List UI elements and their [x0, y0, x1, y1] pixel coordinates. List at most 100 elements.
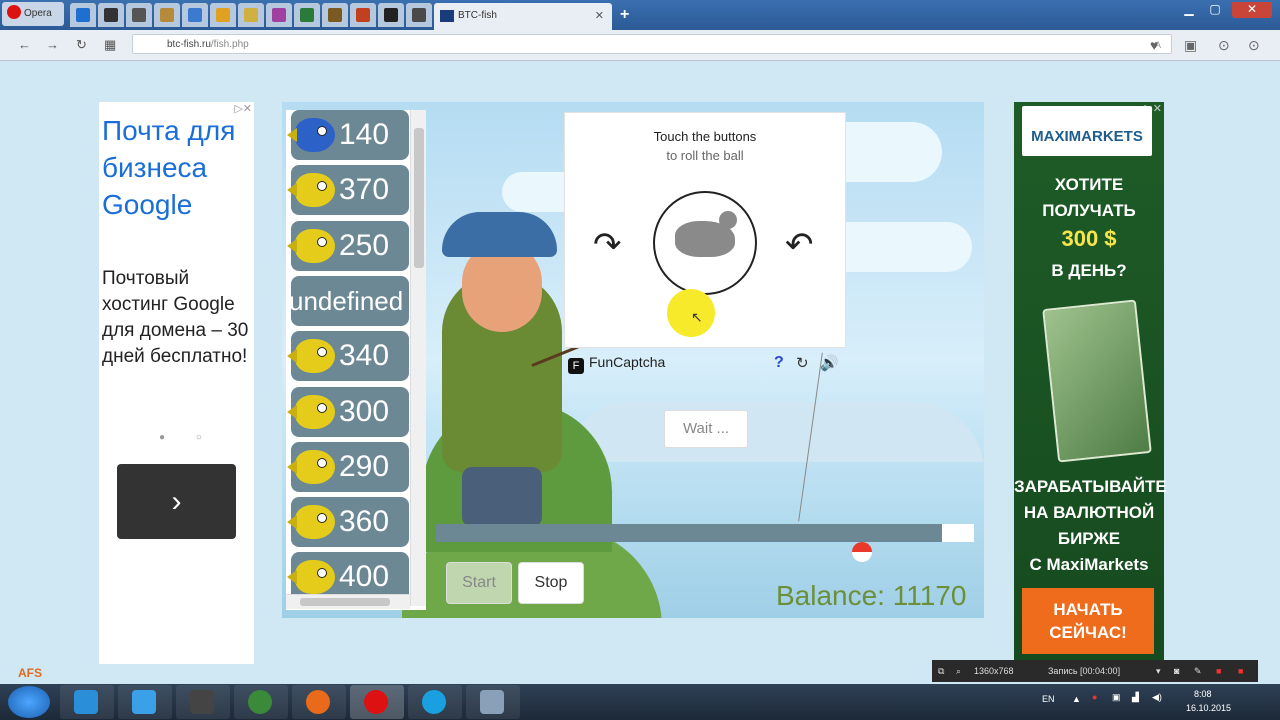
ad-slogan-line: БИРЖЕ	[1057, 529, 1121, 548]
tab-icon	[384, 8, 398, 22]
recorder-zoom-icon[interactable]: ⌕	[956, 660, 961, 682]
fish-eye	[317, 236, 327, 247]
bookmark-heart-icon[interactable]: ♥	[1150, 37, 1158, 53]
fish-row: undefined	[289, 275, 409, 326]
pinned-tab[interactable]	[70, 3, 96, 27]
taskbar-app[interactable]	[176, 685, 230, 719]
funcaptcha-widget: Touch the buttons to roll the ball ↷ ↶ ↖	[564, 112, 846, 348]
tab-icon	[216, 8, 230, 22]
opera-logo-icon	[7, 5, 21, 19]
progress-fill	[436, 524, 942, 542]
clock-date[interactable]: 16.10.2015	[1186, 703, 1231, 713]
fish-row: 370	[287, 165, 409, 216]
cursor-highlight: ↖	[667, 289, 715, 337]
taskbar-app[interactable]	[292, 685, 346, 719]
ad-pager-dots[interactable]: ● ○	[159, 432, 216, 443]
new-tab-button[interactable]: +	[620, 6, 629, 24]
blue-fish-icon	[287, 118, 335, 152]
tray-app-icon[interactable]: ▣	[1112, 692, 1121, 703]
tab-icon	[272, 8, 286, 22]
captcha-help-button[interactable]: ?	[774, 354, 784, 372]
maximize-button[interactable]: ▢	[1204, 2, 1226, 18]
recorder-window-icon[interactable]: ⧉	[938, 660, 944, 682]
taskbar-app[interactable]	[234, 685, 288, 719]
address-toolbar: ← → ↻ ▦ btc-fish.ru/fish.php A ♥ ▣ ⊙ ⊙	[0, 30, 1280, 61]
minimize-button[interactable]: ▁	[1178, 2, 1200, 18]
back-arrow-icon[interactable]: ←	[18, 37, 31, 52]
recorder-camera-icon[interactable]: ◙	[1174, 660, 1179, 682]
pinned-tab[interactable]	[266, 3, 292, 27]
ad-start-now-button[interactable]: НАЧАТЬ СЕЙЧАС!	[1022, 588, 1154, 654]
wait-indicator: Wait ...	[664, 410, 748, 448]
pinned-tab[interactable]	[210, 3, 236, 27]
speed-dial-grid-icon[interactable]: ▦	[104, 37, 116, 53]
rotate-left-arrow-icon[interactable]: ↷	[593, 225, 622, 265]
pinned-tab[interactable]	[322, 3, 348, 27]
fish-row: 250	[287, 220, 409, 271]
ad-body: Почтовый хостинг Google для домена – 30 …	[102, 268, 249, 367]
close-window-button[interactable]: ✕	[1232, 2, 1272, 18]
language-indicator[interactable]: EN	[1042, 694, 1055, 704]
pinned-tab[interactable]	[294, 3, 320, 27]
fish-row: 300	[287, 386, 409, 437]
tray-arrow-icon[interactable]: ▲	[1072, 694, 1081, 704]
tab-bar: Opera BTC-fish ✕ + ▁ ▢ ✕	[0, 0, 1280, 30]
fish-list-hscrollbar[interactable]	[286, 594, 410, 609]
recorder-close-icon[interactable]: ■	[1238, 660, 1243, 682]
ad-slogan-line: НА ВАЛЮТНОЙ	[1023, 503, 1155, 522]
menu-icon[interactable]: ⊙	[1248, 37, 1260, 54]
pinned-tab[interactable]	[126, 3, 152, 27]
pinned-tab[interactable]	[238, 3, 264, 27]
stop-button[interactable]: Stop	[518, 562, 584, 604]
fish-row: 340	[287, 331, 409, 382]
reload-icon[interactable]: ↻	[76, 37, 87, 53]
fish-row: 290	[287, 441, 409, 492]
rotate-right-arrow-icon[interactable]: ↶	[785, 225, 814, 265]
start-button-windows-logo-icon[interactable]	[8, 686, 50, 718]
pinned-tab[interactable]	[182, 3, 208, 27]
taskbar-app[interactable]	[408, 685, 462, 719]
google-ad-left[interactable]: ▷✕ Почта для бизнеса Google Почтовый хос…	[99, 102, 254, 664]
taskbar-app[interactable]	[60, 685, 114, 719]
fish-value: 370	[339, 173, 390, 207]
captcha-audio-icon[interactable]: 🔊	[820, 354, 839, 372]
taskbar-app[interactable]	[466, 685, 520, 719]
close-tab-icon[interactable]: ✕	[595, 9, 604, 22]
download-icon[interactable]: ⊙	[1218, 37, 1230, 54]
ad-headline[interactable]: Почта для бизнеса Google	[102, 112, 252, 223]
funcaptcha-brand: FunCaptcha	[589, 354, 666, 370]
start-button[interactable]: Start	[446, 562, 512, 604]
url-field[interactable]: btc-fish.ru/fish.php A	[132, 34, 1172, 54]
maximarkets-ad[interactable]: ▷✕ MAXIMARKETS ХОТИТЕ ПОЛУЧАТЬ 300 $ В Д…	[1014, 102, 1167, 660]
caught-fish-list[interactable]: 140 370 250 undefined 340 300 290 360 400	[286, 110, 426, 610]
clock-time[interactable]: 8:08	[1194, 689, 1212, 699]
recorder-stop-icon[interactable]: ■	[1216, 660, 1221, 682]
recorder-dropdown-icon[interactable]: ▾	[1156, 660, 1161, 682]
pinned-tab[interactable]	[378, 3, 404, 27]
extension-icon[interactable]: ▣	[1184, 37, 1197, 54]
pinned-tab[interactable]	[154, 3, 180, 27]
pinned-tab[interactable]	[406, 3, 432, 27]
pinned-tab[interactable]	[98, 3, 124, 27]
fishing-game: 140 370 250 undefined 340 300 290 360 400 Touch …	[282, 102, 984, 618]
yellow-fish-icon	[287, 449, 335, 484]
tab-btc-fish[interactable]: BTC-fish ✕	[434, 3, 612, 30]
pinned-tab[interactable]	[350, 3, 376, 27]
tray-record-icon[interactable]: ●	[1092, 692, 1097, 702]
captcha-instruction: Touch the buttons	[653, 129, 757, 144]
recorder-pen-icon[interactable]: ✎	[1194, 660, 1202, 682]
ad-next-button[interactable]: ›	[117, 464, 236, 539]
forward-arrow-icon[interactable]: →	[46, 37, 59, 52]
tab-icon	[412, 8, 426, 22]
fish-value: 140	[339, 118, 390, 151]
balance-value: 11170	[892, 580, 967, 611]
taskbar-app-opera[interactable]	[350, 685, 404, 719]
network-icon[interactable]: ▟	[1132, 692, 1139, 703]
taskbar-app[interactable]	[118, 685, 172, 719]
captcha-refresh-icon[interactable]: ↻	[796, 354, 809, 372]
volume-icon[interactable]: ◀)	[1152, 692, 1162, 703]
fish-list-scrollbar[interactable]	[410, 110, 426, 606]
opera-menu-button[interactable]: Opera	[2, 2, 64, 26]
hscrollbar-thumb[interactable]	[300, 598, 390, 606]
scrollbar-thumb[interactable]	[414, 128, 424, 268]
